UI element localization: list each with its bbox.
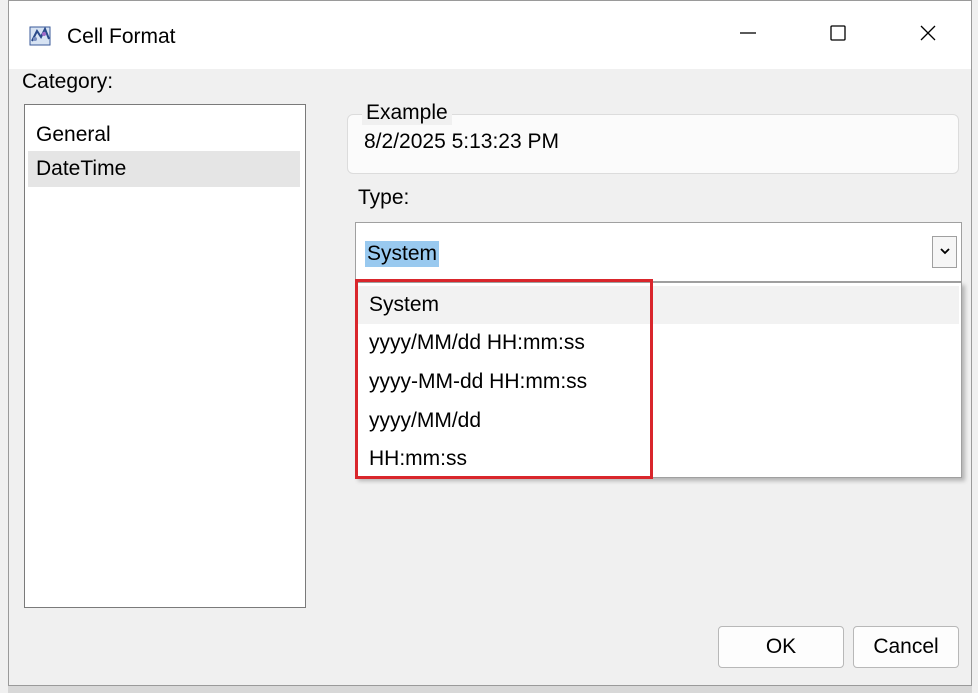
example-label: Example: [362, 101, 452, 125]
type-option-system[interactable]: System: [357, 286, 959, 324]
category-item-datetime[interactable]: DateTime: [28, 151, 300, 187]
window-title: Cell Format: [67, 25, 176, 48]
type-option-yyyy-slash-date[interactable]: yyyy/MM/dd: [357, 402, 959, 440]
maximize-icon: [829, 24, 847, 47]
chevron-down-icon: [939, 243, 951, 261]
type-selected-value: System: [365, 241, 440, 267]
category-item-general[interactable]: General: [28, 117, 300, 153]
close-icon: [919, 24, 937, 47]
maximize-button[interactable]: [793, 1, 883, 69]
type-label: Type:: [358, 186, 410, 209]
dropdown-toggle-button[interactable]: [932, 236, 957, 268]
background-strip: [8, 686, 972, 693]
type-combobox[interactable]: System: [355, 222, 962, 282]
type-option-yyyy-dash-datetime[interactable]: yyyy-MM-dd HH:mm:ss: [357, 363, 959, 401]
title-bar[interactable]: Cell Format: [9, 1, 971, 69]
close-button[interactable]: [883, 1, 973, 69]
app-icon: [29, 25, 53, 47]
ok-button[interactable]: OK: [718, 626, 844, 668]
category-list[interactable]: General DateTime: [24, 104, 306, 608]
minimize-icon: [739, 24, 757, 47]
type-option-yyyy-slash-datetime[interactable]: yyyy/MM/dd HH:mm:ss: [357, 324, 959, 362]
type-dropdown-list[interactable]: System yyyy/MM/dd HH:mm:ss yyyy-MM-dd HH…: [355, 282, 962, 478]
minimize-button[interactable]: [703, 1, 793, 69]
type-option-time[interactable]: HH:mm:ss: [357, 440, 959, 478]
category-label: Category:: [22, 70, 114, 93]
cancel-button[interactable]: Cancel: [853, 626, 959, 668]
example-value: 8/2/2025 5:13:23 PM: [364, 130, 559, 153]
